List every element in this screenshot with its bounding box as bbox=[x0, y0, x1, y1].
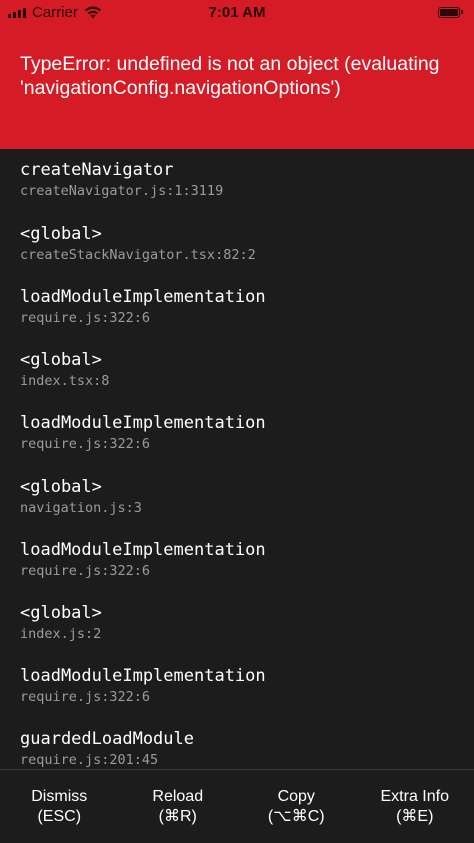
stack-frame[interactable]: <global> navigation.js:3 bbox=[20, 476, 460, 517]
frame-method: <global> bbox=[20, 350, 102, 370]
error-header: TypeError: undefined is not an object (e… bbox=[0, 26, 474, 149]
frame-location: index.tsx:8 bbox=[20, 373, 110, 389]
frame-method: <global> bbox=[20, 224, 102, 244]
extra-info-shortcut: (⌘E) bbox=[396, 808, 434, 825]
dismiss-label: Dismiss bbox=[31, 788, 88, 805]
stack-frame[interactable]: loadModuleImplementation require.js:322:… bbox=[20, 412, 460, 453]
error-message: TypeError: undefined is not an object (e… bbox=[20, 53, 440, 99]
status-bar: Carrier 7:01 AM bbox=[0, 0, 474, 26]
battery-icon bbox=[438, 7, 463, 18]
stack-frame[interactable]: guardedLoadModule require.js:201:45 bbox=[20, 728, 460, 769]
dismiss-button[interactable]: Dismiss (ESC) bbox=[0, 770, 119, 843]
frame-location: require.js:322:6 bbox=[20, 310, 151, 326]
frame-location: require.js:322:6 bbox=[20, 689, 151, 705]
stack-frame[interactable]: createNavigator createNavigator.js:1:311… bbox=[20, 159, 460, 200]
frame-method: createNavigator bbox=[20, 160, 174, 180]
frame-location: createNavigator.js:1:3119 bbox=[20, 183, 224, 199]
stack-frame[interactable]: <global> index.js:2 bbox=[20, 602, 460, 643]
frame-method: <global> bbox=[20, 603, 102, 623]
stack-frame[interactable]: loadModuleImplementation require.js:322:… bbox=[20, 539, 460, 580]
frame-location: require.js:322:6 bbox=[20, 436, 151, 452]
frame-location: navigation.js:3 bbox=[20, 500, 142, 516]
frame-location: require.js:201:45 bbox=[20, 752, 159, 768]
frame-method: loadModuleImplementation bbox=[20, 287, 266, 307]
status-time: 7:01 AM bbox=[208, 4, 266, 21]
frame-method: loadModuleImplementation bbox=[20, 540, 266, 560]
stack-frame[interactable]: loadModuleImplementation require.js:322:… bbox=[20, 665, 460, 706]
copy-label: Copy bbox=[277, 788, 315, 805]
copy-button[interactable]: Copy (⌥⌘C) bbox=[237, 770, 356, 843]
reload-shortcut: (⌘R) bbox=[158, 808, 197, 825]
frame-method: <global> bbox=[20, 477, 102, 497]
stack-trace[interactable]: createNavigator createNavigator.js:1:311… bbox=[0, 149, 474, 769]
footer-toolbar: Dismiss (ESC) Reload (⌘R) Copy (⌥⌘C) Ext… bbox=[0, 769, 474, 843]
extra-info-button[interactable]: Extra Info (⌘E) bbox=[356, 770, 474, 843]
frame-location: createStackNavigator.tsx:82:2 bbox=[20, 247, 256, 263]
frame-method: loadModuleImplementation bbox=[20, 413, 266, 433]
frame-method: guardedLoadModule bbox=[20, 729, 194, 749]
stack-frame[interactable]: <global> index.tsx:8 bbox=[20, 349, 460, 390]
stack-frame[interactable]: loadModuleImplementation require.js:322:… bbox=[20, 286, 460, 327]
copy-shortcut: (⌥⌘C) bbox=[267, 808, 325, 825]
frame-location: require.js:322:6 bbox=[20, 563, 151, 579]
extra-info-label: Extra Info bbox=[380, 788, 449, 805]
reload-label: Reload bbox=[152, 788, 204, 805]
dismiss-shortcut: (ESC) bbox=[37, 808, 82, 825]
frame-location: index.js:2 bbox=[20, 626, 102, 642]
stack-frame[interactable]: <global> createStackNavigator.tsx:82:2 bbox=[20, 223, 460, 264]
reload-button[interactable]: Reload (⌘R) bbox=[119, 770, 238, 843]
frame-method: loadModuleImplementation bbox=[20, 666, 266, 686]
